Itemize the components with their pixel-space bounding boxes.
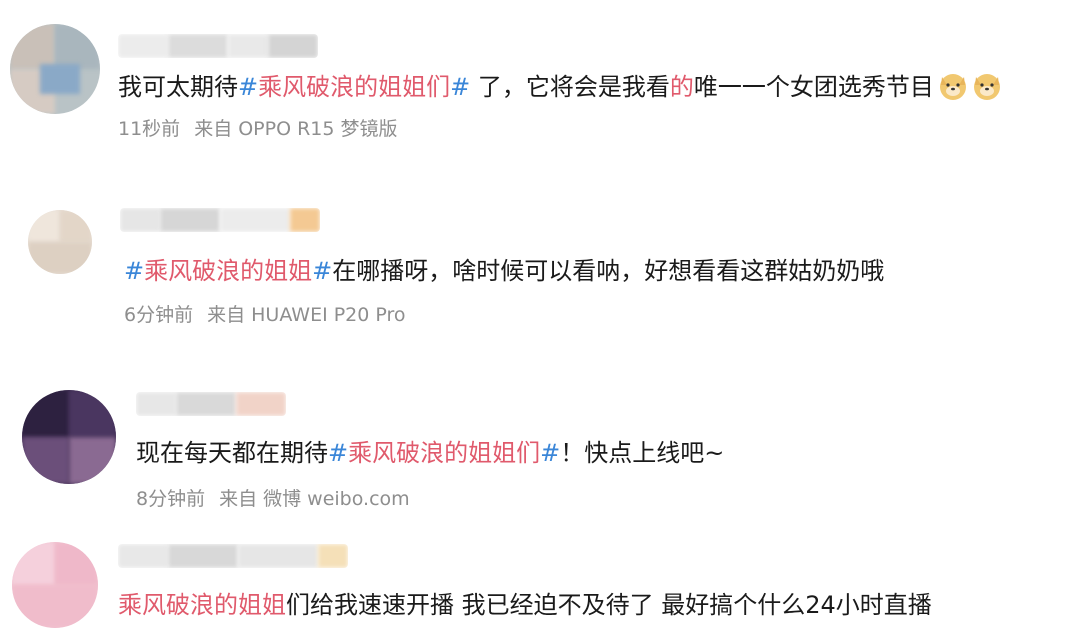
hashtag-open[interactable]: # <box>238 73 258 101</box>
username-blurred[interactable] <box>136 392 286 416</box>
username-blurred[interactable] <box>118 544 348 568</box>
comment-source[interactable]: 来自 OPPO R15 梦镜版 <box>194 118 397 140</box>
comment-item: #乘风破浪的姐姐#在哪播呀，啥时候可以看呐，好想看看这群姑奶奶哦 6分钟前 来自 … <box>0 170 1080 370</box>
comment-item: 我可太期待#乘风破浪的姐姐们# 了，它将会是我看的唯一一个女团选秀节目 11秒前… <box>0 0 1080 170</box>
comment-time: 6分钟前 <box>124 304 194 326</box>
comment-meta: 8分钟前 来自 微博 weibo.com <box>136 486 410 512</box>
topic-hashtag-link[interactable]: 乘风破浪的姐姐们 <box>258 73 450 101</box>
comment-item: 现在每天都在期待#乘风破浪的姐姐们#！快点上线吧~ 8分钟前 来自 微博 weib… <box>0 370 1080 530</box>
hashtag-close[interactable]: # <box>540 439 560 467</box>
comment-text-mid: 了，它将会是我看 <box>470 73 670 101</box>
avatar[interactable] <box>22 390 116 484</box>
hashtag-open[interactable]: # <box>328 439 348 467</box>
username-blurred[interactable] <box>118 34 318 58</box>
hashtag-close[interactable]: # <box>312 257 332 285</box>
username-blurred[interactable] <box>120 208 320 232</box>
avatar[interactable] <box>28 210 92 274</box>
comment-text: 现在每天都在期待#乘风破浪的姐姐们#！快点上线吧~ <box>136 436 724 470</box>
highlighted-word: 的 <box>669 73 694 101</box>
comment-text: 乘风破浪的姐姐们给我速速开播 我已经迫不及待了 最好搞个什么24小时直播 <box>118 588 932 622</box>
comment-source[interactable]: 来自 微博 weibo.com <box>219 488 410 510</box>
comment-source[interactable]: 来自 HUAWEI P20 Pro <box>207 304 405 326</box>
comment-text-prefix: 现在每天都在期待 <box>136 439 328 467</box>
comment-meta: 11秒前 来自 OPPO R15 梦镜版 <box>118 116 398 142</box>
topic-hashtag-link[interactable]: 乘风破浪的姐姐 <box>144 257 312 285</box>
avatar[interactable] <box>12 542 98 628</box>
comment-text: 我可太期待#乘风破浪的姐姐们# 了，它将会是我看的唯一一个女团选秀节目 <box>118 70 1002 104</box>
avatar[interactable] <box>10 24 100 114</box>
comment-text-suffix: ！快点上线吧~ <box>560 439 725 467</box>
comment-text-suffix: 们给我速速开播 我已经迫不及待了 最好搞个什么24小时直播 <box>286 591 932 619</box>
doge-emoji-icon <box>939 74 966 100</box>
hashtag-open[interactable]: # <box>124 257 144 285</box>
comment-text-prefix: 我可太期待 <box>118 73 238 101</box>
comment-time: 11秒前 <box>118 118 181 140</box>
hashtag-close[interactable]: # <box>450 73 470 101</box>
topic-hashtag-link[interactable]: 乘风破浪的姐姐们 <box>348 439 540 467</box>
comment-time: 8分钟前 <box>136 488 206 510</box>
doge-emoji-icon <box>973 74 1000 100</box>
comment-meta: 6分钟前 来自 HUAWEI P20 Pro <box>124 302 406 328</box>
topic-hashtag-link[interactable]: 乘风破浪的姐姐 <box>118 591 286 619</box>
comment-text-suffix: 在哪播呀，啥时候可以看呐，好想看看这群姑奶奶哦 <box>332 257 885 285</box>
comment-item: 乘风破浪的姐姐们给我速速开播 我已经迫不及待了 最好搞个什么24小时直播 <box>0 530 1080 640</box>
comment-text-suffix: 唯一一个女团选秀节目 <box>693 73 934 101</box>
comment-text: #乘风破浪的姐姐#在哪播呀，啥时候可以看呐，好想看看这群姑奶奶哦 <box>124 254 884 288</box>
